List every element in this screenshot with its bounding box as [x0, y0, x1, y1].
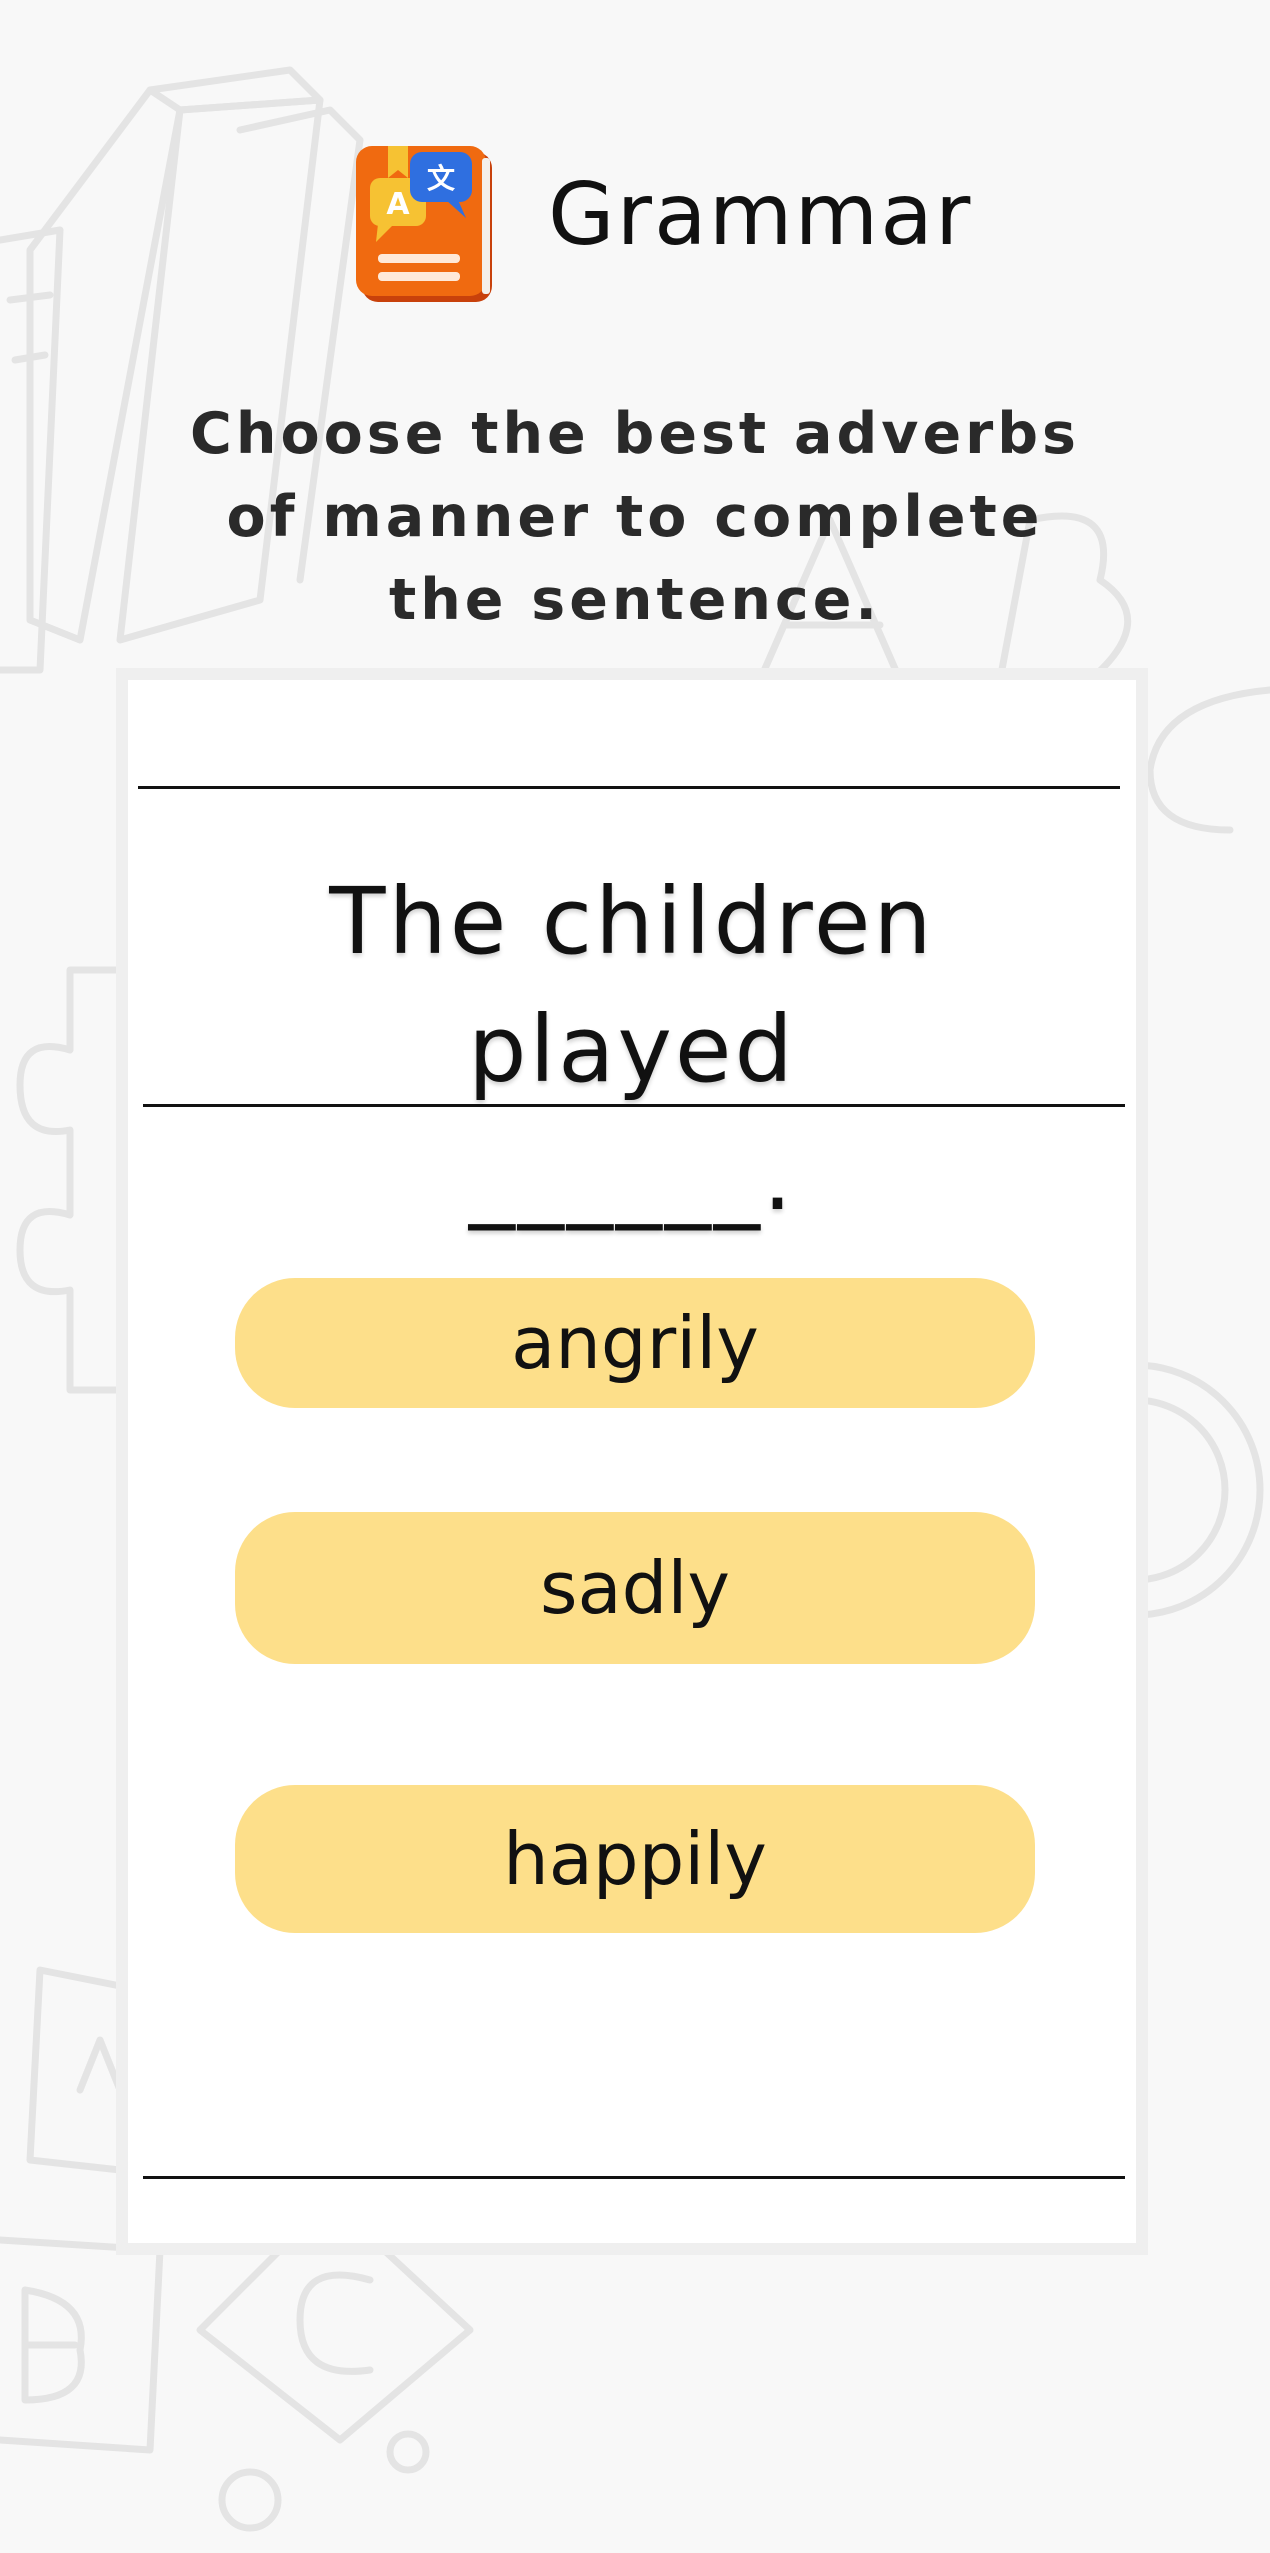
question-blank: ______. [468, 1124, 796, 1231]
instruction-text: Choose the best adverbs of manner to com… [190, 401, 1080, 633]
svg-text:文: 文 [427, 162, 455, 195]
svg-text:A: A [386, 187, 410, 222]
option-happily-button[interactable]: happily [235, 1785, 1035, 1933]
header: A 文 Grammar [0, 130, 1270, 320]
divider-bottom [143, 2176, 1125, 2179]
question-sentence: The children played ______. [158, 858, 1106, 1242]
divider-middle [143, 1104, 1125, 1107]
app-title: Grammar [548, 165, 973, 265]
puzzle-doodle [16, 966, 129, 1394]
question-card: The children played ______. angrily sadl… [128, 680, 1136, 2243]
divider-top [138, 786, 1120, 789]
option-sadly-button[interactable]: sadly [235, 1512, 1035, 1664]
question-line-1: The children played [329, 868, 935, 1103]
grammar-book-icon: A 文 [356, 146, 492, 302]
option-angrily-button[interactable]: angrily [235, 1278, 1035, 1408]
